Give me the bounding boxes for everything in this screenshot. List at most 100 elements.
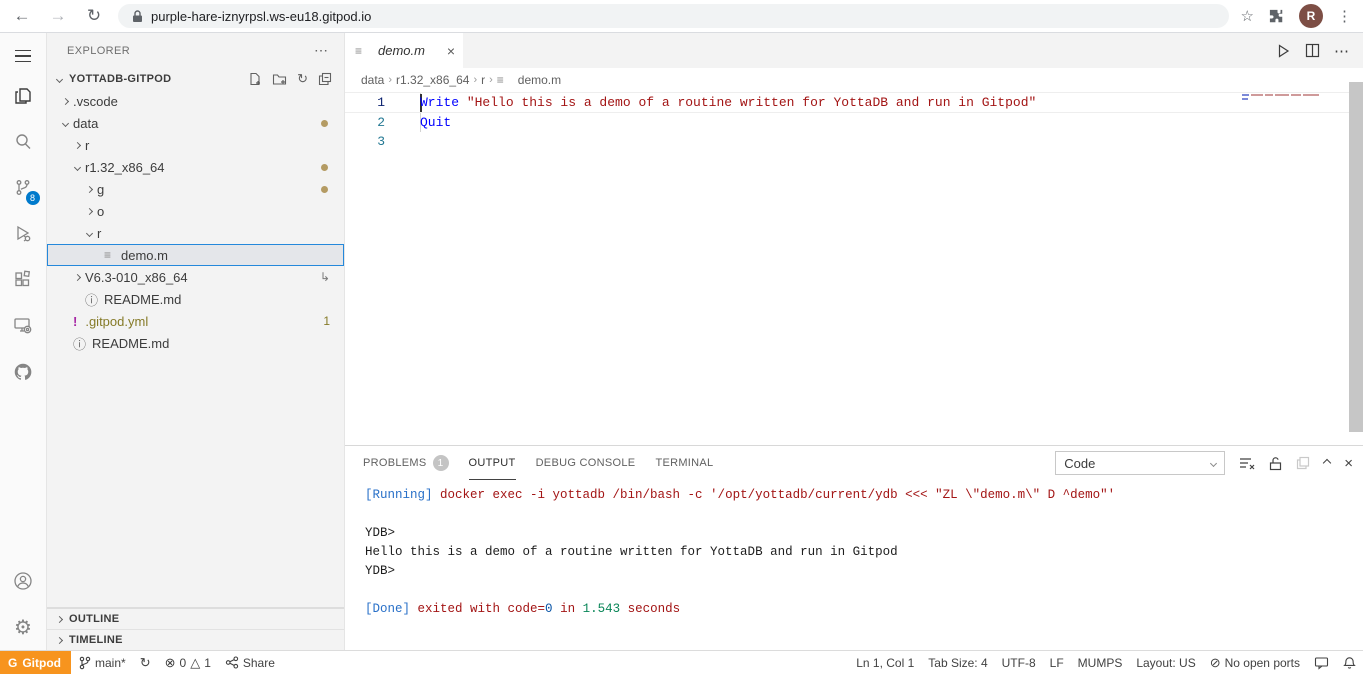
activity-settings-gear-icon[interactable]: ⚙ bbox=[0, 604, 47, 650]
editor-scrollbar[interactable] bbox=[1349, 82, 1363, 432]
tab-problems[interactable]: PROBLEMS 1 bbox=[363, 446, 449, 480]
tree-item-readme-data-file[interactable]: ⓘ README.md bbox=[47, 288, 344, 310]
tree-item-vscode-folder[interactable]: .vscode bbox=[47, 90, 344, 112]
share-button[interactable]: Share bbox=[218, 651, 282, 674]
done-label: [Done] bbox=[365, 602, 411, 616]
modified-dot-badge bbox=[321, 164, 328, 171]
output-line-blank bbox=[365, 581, 1363, 600]
tree-item-label: r bbox=[85, 137, 90, 153]
activity-github-icon[interactable] bbox=[0, 349, 47, 395]
sidebar-more-actions-icon[interactable]: ⋯ bbox=[314, 42, 328, 59]
breadcrumb-r132[interactable]: r1.32_x86_64 bbox=[396, 73, 469, 87]
timeline-pane-header[interactable]: TIMELINE bbox=[47, 629, 344, 650]
output-channel-select[interactable]: Code bbox=[1055, 451, 1226, 475]
tree-item-data-folder[interactable]: data bbox=[47, 112, 344, 134]
outline-pane-header[interactable]: OUTLINE bbox=[47, 608, 344, 629]
keyboard-layout-status[interactable]: Layout: US bbox=[1129, 651, 1202, 674]
activity-source-control-icon[interactable]: 8 bbox=[0, 165, 47, 211]
activity-run-debug-icon[interactable] bbox=[0, 211, 47, 257]
browser-profile-avatar[interactable]: R bbox=[1299, 4, 1323, 28]
clear-output-icon[interactable] bbox=[1239, 456, 1255, 470]
code-line-1: 1 Write "Hello this is a demo of a routi… bbox=[345, 92, 1363, 113]
language-mode-status[interactable]: MUMPS bbox=[1071, 651, 1130, 674]
activity-extensions-icon[interactable] bbox=[0, 257, 47, 303]
tree-item-g-folder[interactable]: g bbox=[47, 178, 344, 200]
tab-demo-m[interactable]: ≡ demo.m × bbox=[345, 33, 463, 68]
output-line-prompt2: YDB> bbox=[365, 564, 396, 578]
activity-account-icon[interactable] bbox=[0, 558, 47, 604]
tree-item-label: README.md bbox=[92, 335, 170, 351]
code-editor[interactable]: 1 Write "Hello this is a demo of a routi… bbox=[345, 92, 1363, 445]
tree-item-demo-m-file[interactable]: ≡ demo.m bbox=[47, 244, 344, 266]
cursor-position-status[interactable]: Ln 1, Col 1 bbox=[849, 651, 921, 674]
tree-item-r-folder[interactable]: r bbox=[47, 134, 344, 156]
lock-icon bbox=[132, 9, 143, 23]
share-label: Share bbox=[242, 655, 275, 670]
activity-remote-explorer-icon[interactable] bbox=[0, 303, 47, 349]
error-icon: ⊗ bbox=[164, 654, 176, 670]
notifications-button[interactable] bbox=[1336, 651, 1363, 674]
breadcrumb-data[interactable]: data bbox=[361, 73, 384, 87]
chevron-right-icon bbox=[85, 207, 93, 215]
breadcrumb-demo-m[interactable]: demo.m bbox=[518, 73, 561, 87]
panel-tab-label: PROBLEMS bbox=[363, 457, 427, 469]
line-number: 1 bbox=[377, 95, 385, 110]
clone-output-icon[interactable] bbox=[1296, 456, 1310, 470]
sync-changes-button[interactable]: ↻ bbox=[133, 651, 158, 674]
keyword-token: Quit bbox=[420, 115, 452, 130]
breadcrumb-r[interactable]: r bbox=[481, 73, 485, 87]
address-bar[interactable]: purple-hare-iznyrpsl.ws-eu18.gitpod.io bbox=[118, 4, 1229, 28]
problems-count-badge: 1 bbox=[323, 314, 330, 328]
extensions-puzzle-icon[interactable] bbox=[1268, 8, 1285, 25]
editor-more-actions-icon[interactable]: ⋯ bbox=[1334, 42, 1349, 60]
menu-hamburger-icon[interactable] bbox=[0, 39, 47, 73]
tab-debug-console[interactable]: DEBUG CONSOLE bbox=[536, 446, 636, 480]
sidebar-title: EXPLORER bbox=[67, 44, 131, 57]
collapse-folders-icon[interactable] bbox=[318, 72, 332, 86]
browser-menu-icon[interactable]: ⋮ bbox=[1337, 7, 1353, 25]
running-label: [Running] bbox=[365, 488, 433, 502]
browser-forward-button[interactable]: → bbox=[46, 6, 70, 26]
maximize-panel-icon[interactable] bbox=[1322, 458, 1332, 468]
tab-terminal[interactable]: TERMINAL bbox=[655, 446, 713, 480]
close-panel-icon[interactable]: × bbox=[1344, 455, 1353, 472]
eol-status[interactable]: LF bbox=[1043, 651, 1071, 674]
gitpod-status-button[interactable]: G Gitpod bbox=[0, 650, 71, 674]
feedback-button[interactable] bbox=[1307, 651, 1336, 674]
done-text: exited with code= bbox=[410, 602, 546, 616]
url-text: purple-hare-iznyrpsl.ws-eu18.gitpod.io bbox=[151, 8, 372, 24]
problems-status[interactable]: ⊗ 0 △ 1 bbox=[158, 651, 218, 674]
scm-changes-badge: 8 bbox=[25, 191, 40, 205]
activity-search-icon[interactable] bbox=[0, 119, 47, 165]
ports-status[interactable]: ⊘ No open ports bbox=[1203, 651, 1307, 674]
new-folder-icon[interactable] bbox=[272, 72, 287, 86]
bookmark-star-icon[interactable]: ☆ bbox=[1241, 7, 1254, 25]
tree-item-v63-folder[interactable]: V6.3-010_x86_64 ↳ bbox=[47, 266, 344, 288]
tab-close-icon[interactable]: × bbox=[447, 43, 455, 59]
activity-bar: 8 ⚙ bbox=[0, 33, 47, 650]
activity-explorer-icon[interactable] bbox=[0, 73, 47, 119]
tab-output[interactable]: OUTPUT bbox=[468, 446, 516, 480]
refresh-explorer-icon[interactable]: ↻ bbox=[297, 71, 308, 87]
new-file-icon[interactable] bbox=[248, 72, 262, 86]
tree-item-gitpod-yml-file[interactable]: ! .gitpod.yml 1 bbox=[47, 310, 344, 332]
encoding-status[interactable]: UTF-8 bbox=[995, 651, 1043, 674]
tab-size-status[interactable]: Tab Size: 4 bbox=[921, 651, 994, 674]
tree-item-o-folder[interactable]: o bbox=[47, 200, 344, 222]
browser-back-button[interactable]: ← bbox=[10, 6, 34, 26]
git-branch-status[interactable]: main* bbox=[71, 651, 133, 674]
run-code-icon[interactable] bbox=[1275, 43, 1291, 59]
workspace-section-header[interactable]: YOTTADB-GITPOD ↻ bbox=[47, 68, 344, 90]
minimap[interactable] bbox=[1242, 94, 1320, 102]
breadcrumb-separator: › bbox=[473, 74, 478, 86]
output-console[interactable]: [Running] docker exec -i yottadb /bin/ba… bbox=[345, 480, 1363, 650]
tree-item-r2-folder[interactable]: r bbox=[47, 222, 344, 244]
chevron-right-icon bbox=[55, 636, 63, 644]
chevron-right-icon bbox=[73, 141, 81, 149]
tree-item-r132-folder[interactable]: r1.32_x86_64 bbox=[47, 156, 344, 178]
browser-reload-button[interactable]: ↻ bbox=[82, 6, 106, 26]
unlock-icon[interactable] bbox=[1269, 456, 1282, 471]
tree-item-label: r bbox=[97, 225, 102, 241]
split-editor-icon[interactable] bbox=[1305, 43, 1320, 58]
tree-item-readme-root-file[interactable]: ⓘ README.md bbox=[47, 332, 344, 354]
